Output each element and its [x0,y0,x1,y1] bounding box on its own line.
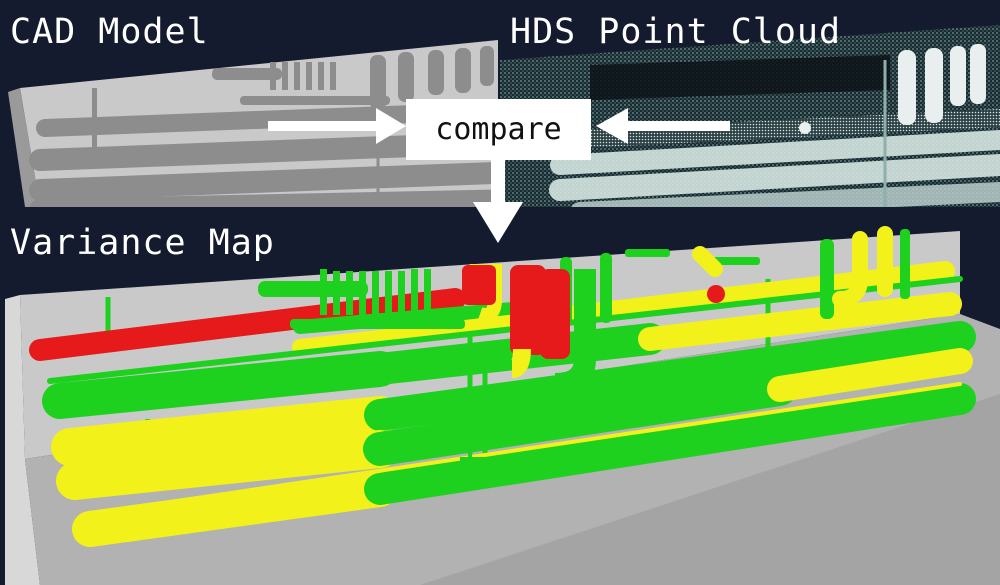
point-cloud-title: HDS Point Cloud [510,12,842,52]
compare-label: compare [435,112,562,147]
compare-box: compare [406,99,591,160]
cad-model-title: CAD Model [10,12,209,52]
variance-map-title: Variance Map [10,223,275,263]
variance-map-render [5,226,1000,585]
variance-map-panel [0,209,1000,585]
